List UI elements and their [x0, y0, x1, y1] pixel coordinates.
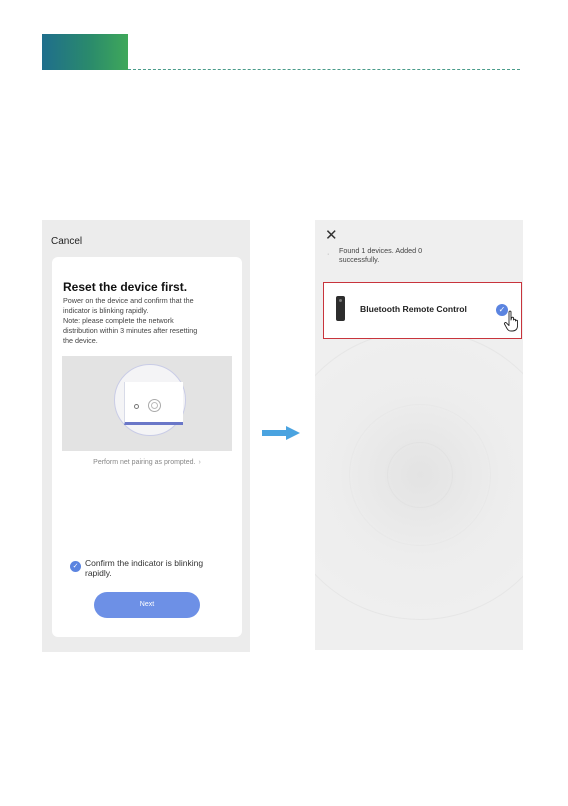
- found-status-line: successfully.: [339, 255, 380, 264]
- confirm-label: Confirm the indicator is blinking rapidl…: [85, 558, 225, 578]
- instruction-line: distribution within 3 minutes after rese…: [63, 326, 198, 335]
- device-reset-illustration: [62, 356, 232, 451]
- status-dot: ·: [327, 251, 330, 258]
- section-header-divider: [128, 69, 520, 70]
- scan-ripple-inner: [387, 442, 453, 508]
- reset-button-icon: [148, 399, 161, 412]
- page-title: Reset the device first.: [63, 280, 188, 294]
- indicator-light-icon: [134, 404, 139, 409]
- device-name: Bluetooth Remote Control: [360, 304, 467, 314]
- reset-card: Reset the device first. Power on the dev…: [52, 257, 242, 637]
- close-icon[interactable]: ✕: [325, 226, 338, 244]
- confirm-label-line: rapidly.: [85, 568, 112, 578]
- found-status-text: Found 1 devices. Added 0 successfully.: [339, 246, 489, 264]
- checkmark-icon: ✓: [72, 563, 79, 570]
- arrow-right-icon: [262, 426, 300, 440]
- reset-instructions: Power on the device and confirm that the…: [63, 296, 235, 346]
- device-found-screen: ✕ · Found 1 devices. Added 0 successfull…: [315, 220, 523, 650]
- instruction-line: indicator is blinking rapidly.: [63, 306, 149, 315]
- hand-pointer-icon: [503, 310, 518, 332]
- chevron-right-icon: ›: [198, 459, 201, 466]
- remote-control-icon: [336, 296, 345, 321]
- section-header-block: [42, 34, 128, 70]
- reset-device-screen: Cancel Reset the device first. Power on …: [42, 220, 250, 652]
- found-status-line: Found 1 devices. Added 0: [339, 246, 423, 255]
- confirm-label-line: Confirm the indicator is blinking: [85, 558, 204, 568]
- net-pairing-label: Perform net pairing as prompted.: [93, 459, 196, 466]
- instruction-line: Power on the device and confirm that the: [63, 296, 194, 305]
- cancel-button[interactable]: Cancel: [51, 236, 82, 247]
- instruction-line: Note: please complete the network: [63, 316, 174, 325]
- net-pairing-link[interactable]: Perform net pairing as prompted. ›: [52, 459, 242, 466]
- device-list-item[interactable]: Bluetooth Remote Control ✓: [323, 282, 522, 339]
- instruction-line: the device.: [63, 336, 98, 345]
- next-button[interactable]: Next: [94, 592, 200, 618]
- confirm-checkbox[interactable]: ✓: [70, 561, 81, 572]
